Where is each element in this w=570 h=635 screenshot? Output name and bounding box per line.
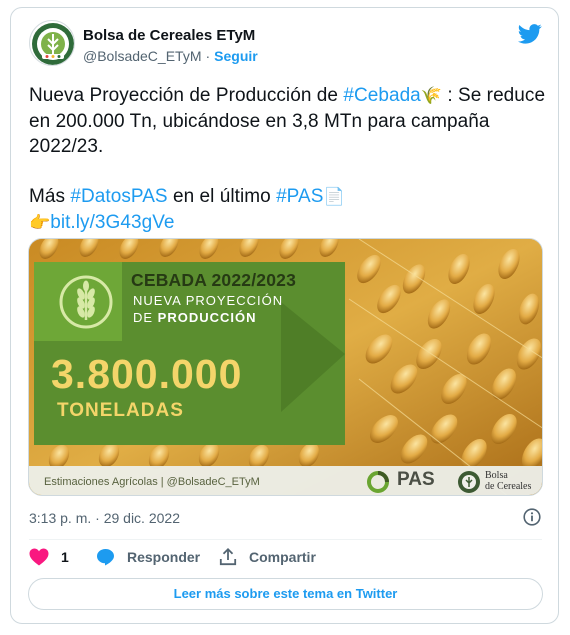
heart-icon [29, 548, 49, 566]
bolsa-logo-avatar-icon [32, 23, 74, 65]
tweet-text-span: Más [29, 186, 71, 207]
separator-dot: · [205, 48, 211, 64]
author-handle-line: @BolsadeC_ETyM · Seguir [83, 48, 258, 64]
production-unit: TONELADAS [57, 400, 184, 421]
share-upload-icon [219, 548, 237, 566]
hashtag-pas[interactable]: #PAS [276, 186, 323, 207]
share-button[interactable]: Compartir [219, 546, 316, 568]
author-name[interactable]: Bolsa de Cereales ETyM [83, 27, 255, 44]
media-subtitle-pre: DE [133, 310, 158, 325]
short-link[interactable]: bit.ly/3G43gVe [50, 212, 174, 233]
tweet-text-span: en el último [167, 186, 277, 207]
share-label: Compartir [249, 549, 316, 565]
media-subtitle-line2: DE PRODUCCIÓN [133, 310, 257, 325]
bolsa-logo-icon [458, 471, 480, 493]
divider [29, 539, 542, 540]
twitter-bird-icon[interactable] [518, 24, 542, 44]
info-icon[interactable] [523, 508, 541, 526]
read-more-button[interactable]: Leer más sobre este tema en Twitter [28, 578, 543, 610]
production-number: 3.800.000 [51, 351, 243, 397]
page-facing-up-emoji-icon: 📄 [323, 187, 345, 207]
media-subtitle-line1: NUEVA PROYECCIÓN [133, 293, 284, 308]
reply-button[interactable]: Responder [96, 546, 200, 568]
tweet-card: Bolsa de Cereales ETyM @BolsadeC_ETyM · Se… [10, 7, 559, 624]
tweet-media-image[interactable]: CEBADA 2022/2023 NUEVA PROYECCIÓN DE PRO… [28, 238, 543, 496]
like-count: 1 [61, 549, 69, 565]
hashtag-cebada[interactable]: #Cebada [343, 85, 420, 106]
author-handle[interactable]: @BolsadeC_ETyM [83, 48, 201, 64]
media-footer: Estimaciones Agrícolas | @BolsadeC_ETyM … [29, 466, 542, 495]
media-subtitle-bold: PRODUCCIÓN [157, 310, 257, 325]
tweet-paragraph-3: 👉bit.ly/3G43gVe [29, 210, 549, 236]
avatar[interactable] [29, 20, 75, 66]
reply-label: Responder [127, 549, 201, 565]
sheaf-of-rice-emoji-icon: 🌾 [420, 86, 443, 106]
tweet-paragraph-1: Nueva Proyección de Producción de #Cebad… [29, 83, 549, 159]
pointing-right-emoji-icon: 👉 [29, 213, 51, 233]
media-footer-text: Estimaciones Agrícolas | @BolsadeC_ETyM [44, 476, 260, 488]
hashtag-datospas[interactable]: #DatosPAS [70, 186, 167, 207]
wheat-icon [59, 275, 113, 329]
tweet-text: Nueva Proyección de Producción de #Cebad… [29, 83, 549, 236]
like-button[interactable]: 1 [29, 546, 69, 568]
bolsa-label-line1: Bolsa [485, 470, 508, 481]
follow-button[interactable]: Seguir [214, 48, 258, 64]
tweet-paragraph-2: Más #DatosPAS en el último #PAS📄 [29, 184, 549, 210]
pas-label: PAS [397, 469, 435, 490]
media-title: CEBADA 2022/2023 [131, 270, 296, 290]
speech-bubble-icon [97, 549, 114, 566]
bolsa-label-line2: de Cereales [485, 481, 532, 492]
tweet-text-span: Nueva Proyección de Producción de [29, 85, 344, 106]
tweet-timestamp[interactable]: 3:13 p. m. · 29 dic. 2022 [29, 510, 180, 526]
